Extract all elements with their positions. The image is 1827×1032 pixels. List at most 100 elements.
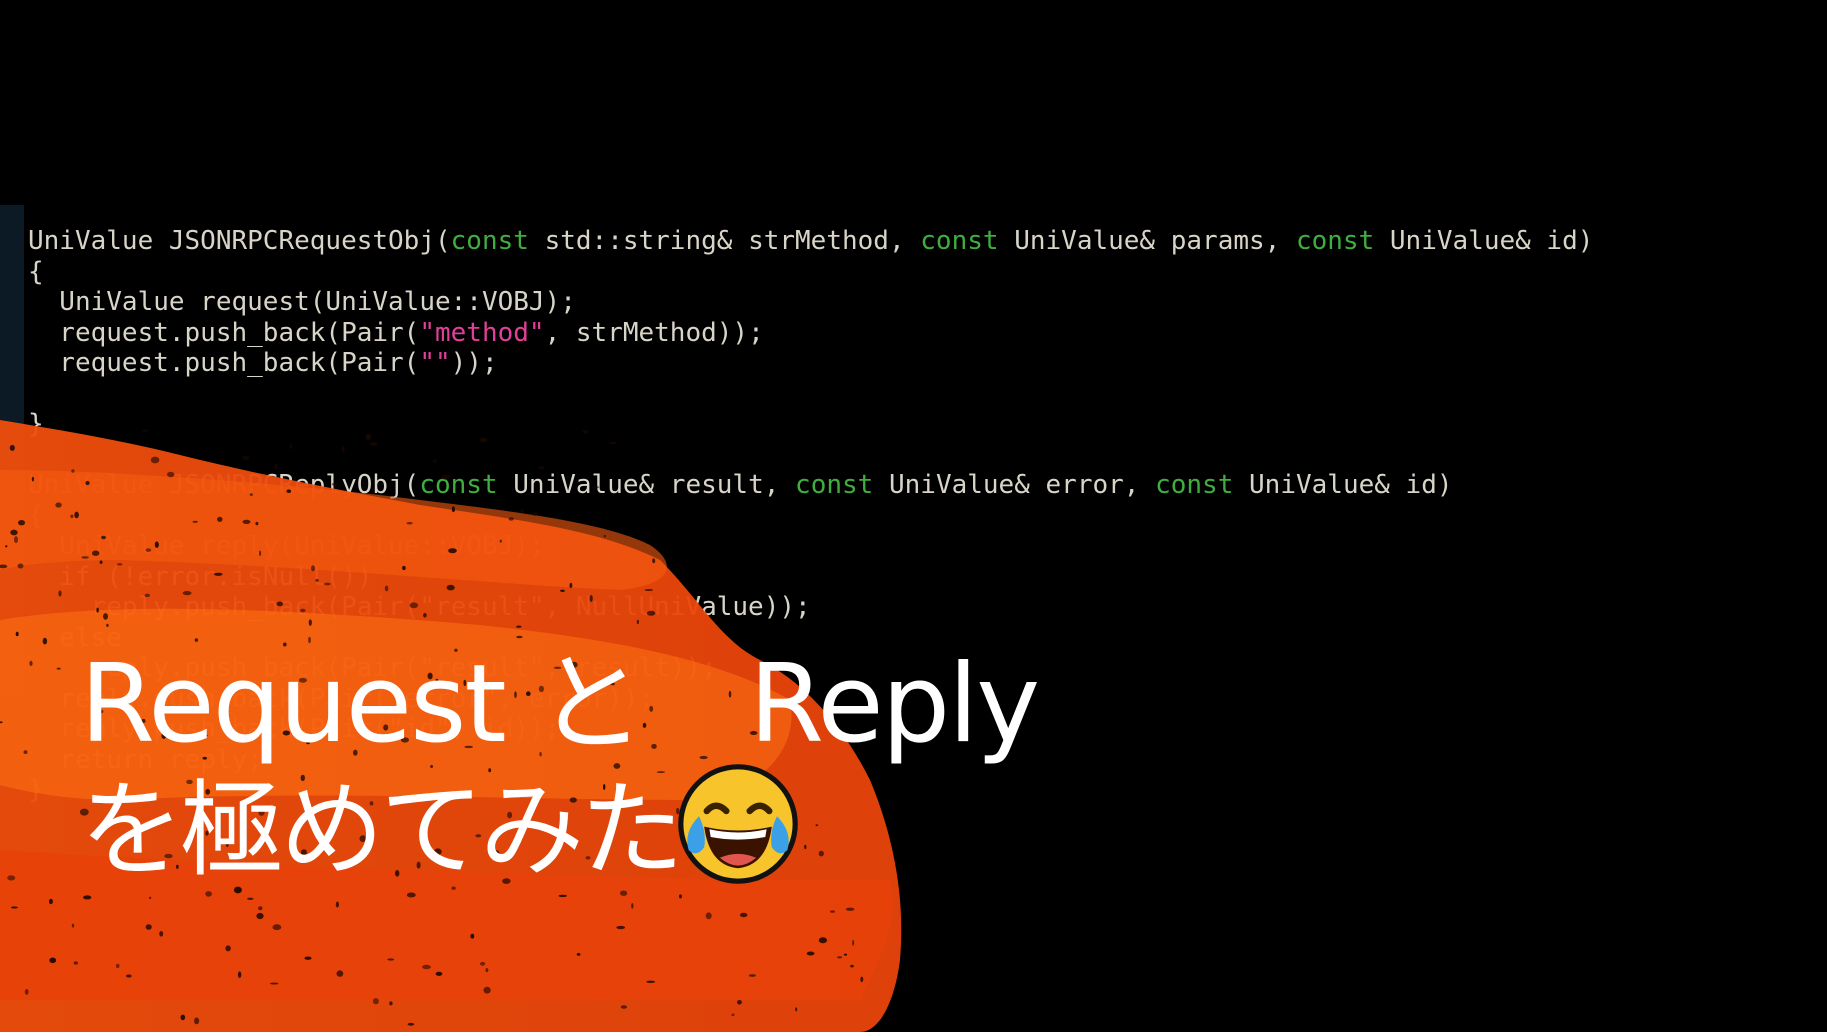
brush-speckle xyxy=(483,986,491,994)
brush-speckle xyxy=(748,974,757,977)
code-text: UniValue& result, xyxy=(497,470,796,500)
brush-speckle xyxy=(71,923,75,928)
code-text: std::string& strMethod, xyxy=(528,226,921,256)
brush-speckle xyxy=(679,894,682,899)
brush-speckle xyxy=(336,970,344,977)
brush-speckle xyxy=(837,956,843,959)
brush-speckle xyxy=(7,875,16,881)
code-keyword: const xyxy=(1295,226,1375,256)
brush-speckle xyxy=(24,989,29,995)
brush-speckle xyxy=(23,750,28,754)
brush-speckle xyxy=(269,982,279,985)
code-text: UniValue JSONRPCRequestObj( xyxy=(28,226,451,256)
code-text: )); xyxy=(450,348,498,378)
brush-speckle xyxy=(256,912,264,920)
code-text: request.push_back(Pair( xyxy=(28,348,420,378)
code-line: { xyxy=(28,501,1593,532)
code-keyword: const xyxy=(1155,470,1234,500)
brush-speckle xyxy=(631,903,634,909)
editor-gutter xyxy=(0,205,24,695)
code-line: UniValue request(UniValue::VOBJ); xyxy=(28,287,1593,318)
brush-speckle xyxy=(272,924,282,931)
brush-speckle xyxy=(48,898,53,905)
code-keyword: const xyxy=(920,226,999,256)
brush-speckle xyxy=(407,1022,415,1026)
brush-speckle xyxy=(646,980,656,983)
code-text: UniValue& params, xyxy=(998,226,1296,256)
brush-speckle xyxy=(0,721,3,724)
brush-speckle xyxy=(737,1000,742,1005)
brush-speckle xyxy=(616,925,626,930)
brush-speckle xyxy=(148,896,152,900)
brush-speckle xyxy=(115,963,120,969)
code-text: UniValue& id) xyxy=(1233,470,1453,500)
brush-speckle xyxy=(485,968,489,973)
brush-speckle xyxy=(387,958,395,961)
brush-speckle xyxy=(818,850,824,857)
brush-speckle xyxy=(620,1005,628,1009)
brush-speckle xyxy=(852,939,855,946)
code-line: } xyxy=(28,409,1593,440)
brush-speckle xyxy=(705,912,712,920)
brush-speckle xyxy=(558,894,567,898)
brush-speckle xyxy=(10,906,18,909)
brush-speckle xyxy=(83,895,92,900)
code-text: } xyxy=(28,409,44,439)
code-text: if (!error.isNull()) xyxy=(28,561,373,592)
brush-speckle xyxy=(845,907,855,911)
code-line: UniValue JSONRPCReplyObj(const UniValue&… xyxy=(28,470,1593,501)
brush-speckle xyxy=(180,1014,186,1021)
brush-speckle xyxy=(125,974,132,978)
code-text: { xyxy=(28,256,44,287)
code-text: UniValue& id) xyxy=(1374,226,1594,256)
brush-speckle xyxy=(225,945,231,952)
code-text: request.push_back(Pair( xyxy=(28,317,420,348)
code-text: UniValue JSONRPCReplyObj( xyxy=(28,470,420,500)
brush-speckle xyxy=(335,901,339,908)
code-keyword: const xyxy=(450,226,529,256)
brush-speckle xyxy=(159,931,164,937)
brush-speckle xyxy=(49,957,57,964)
brush-speckle xyxy=(731,1013,735,1017)
brush-speckle xyxy=(815,824,819,827)
brush-speckle xyxy=(470,933,475,939)
brush-speckle xyxy=(145,924,152,930)
code-line: UniValue reply(UniValue::VOBJ); xyxy=(28,531,1593,562)
code-text: UniValue reply(UniValue::VOBJ); xyxy=(28,531,545,561)
code-string: "" xyxy=(419,348,451,378)
brush-speckle xyxy=(304,956,312,960)
code-text: reply.push_back(Pair("result", NullUniVa… xyxy=(28,592,811,622)
code-text: UniValue request(UniValue::VOBJ); xyxy=(28,287,576,317)
brush-speckle xyxy=(435,971,443,976)
brush-speckle xyxy=(850,964,854,968)
brush-speckle xyxy=(804,844,807,850)
code-text: , strMethod)); xyxy=(544,317,764,348)
brush-speckle xyxy=(389,1001,393,1006)
thumbnail-canvas: UniValue JSONRPCRequestObj(const std::st… xyxy=(0,0,1827,1032)
code-line: { xyxy=(28,257,1593,288)
brush-speckle xyxy=(739,912,748,918)
brush-speckle xyxy=(860,976,864,983)
code-text: } xyxy=(28,775,44,805)
code-line: UniValue JSONRPCRequestObj(const std::st… xyxy=(28,226,1593,257)
brush-speckle xyxy=(73,961,79,965)
brush-speckle xyxy=(480,961,486,966)
code-text: { xyxy=(28,500,44,531)
brush-speckle xyxy=(576,953,581,956)
title-line-2: を極めてみた xyxy=(80,769,684,891)
brush-speckle xyxy=(795,1007,798,1012)
code-keyword: const xyxy=(795,470,874,500)
code-line: request.push_back(Pair("")); xyxy=(28,348,1593,379)
code-string: "method" xyxy=(419,317,545,348)
brush-speckle xyxy=(237,971,242,978)
brush-speckle xyxy=(422,964,431,970)
brush-speckle xyxy=(843,953,848,956)
title-line-1: Request と Reply xyxy=(80,642,1040,767)
brush-speckle xyxy=(258,906,263,911)
code-keyword: const xyxy=(419,470,498,500)
code-line: reply.push_back(Pair("result", NullUniVa… xyxy=(28,592,1593,623)
face-with-tears-of-joy-icon xyxy=(678,764,798,884)
brush-speckle xyxy=(372,998,379,1005)
brush-speckle xyxy=(247,897,254,900)
code-text: UniValue& error, xyxy=(873,470,1156,500)
